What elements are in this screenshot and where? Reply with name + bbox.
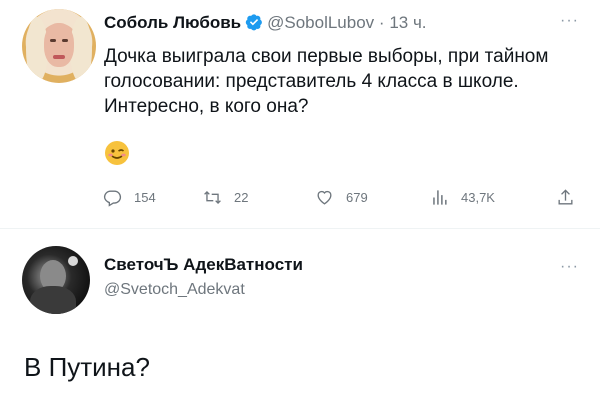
retweet-count: 22	[234, 189, 249, 205]
author-handle[interactable]: @SobolLubov	[267, 13, 374, 32]
avatar-face	[44, 23, 74, 67]
share-icon	[558, 188, 573, 205]
winking-face-emoji-icon	[104, 140, 130, 166]
reply-author-handle[interactable]: @Svetoch_Adekvat	[104, 281, 245, 299]
author-avatar[interactable]	[22, 9, 96, 83]
like-button[interactable]: 679	[315, 186, 368, 208]
avatar-eye-left	[50, 39, 56, 42]
share-button[interactable]	[556, 186, 587, 208]
avatar-body	[30, 286, 76, 314]
reply-text: В Путина?	[24, 352, 150, 382]
heart-icon	[317, 190, 332, 205]
reply-icon	[103, 189, 122, 207]
tweet: Соболь Любовь @SobolLubov · 13 ч. ··· Доч…	[0, 0, 600, 226]
separator-dot: ·	[378, 13, 385, 32]
reply-more-options-icon[interactable]: ···	[560, 258, 579, 276]
more-options-icon[interactable]: ···	[560, 12, 579, 30]
avatar-light	[68, 256, 78, 266]
author-name[interactable]: Соболь Любовь	[104, 13, 241, 32]
views-button[interactable]: 43,7K	[430, 186, 495, 208]
tweet-actions: 154 22 679 43,7K	[103, 186, 593, 210]
like-count: 679	[346, 189, 368, 205]
retweet-button[interactable]: 22	[203, 186, 248, 208]
tweet-header: Соболь Любовь @SobolLubov · 13 ч.	[104, 13, 427, 37]
reply-author-avatar[interactable]	[22, 246, 90, 314]
avatar-lips	[53, 55, 65, 59]
views-chart-icon	[433, 189, 447, 205]
retweet-icon	[204, 190, 221, 204]
reply-author-name[interactable]: СветочЪ АдекВатности	[104, 255, 303, 275]
divider	[0, 228, 600, 229]
verified-badge-icon	[245, 13, 263, 36]
tweet-timestamp[interactable]: 13 ч.	[389, 13, 426, 32]
avatar-eye-right	[62, 39, 68, 42]
reply-button[interactable]: 154	[103, 186, 156, 208]
reply-count: 154	[134, 189, 156, 205]
tweet-text: Дочка выиграла свои первые выборы, при т…	[104, 46, 549, 117]
views-count: 43,7K	[461, 189, 495, 205]
